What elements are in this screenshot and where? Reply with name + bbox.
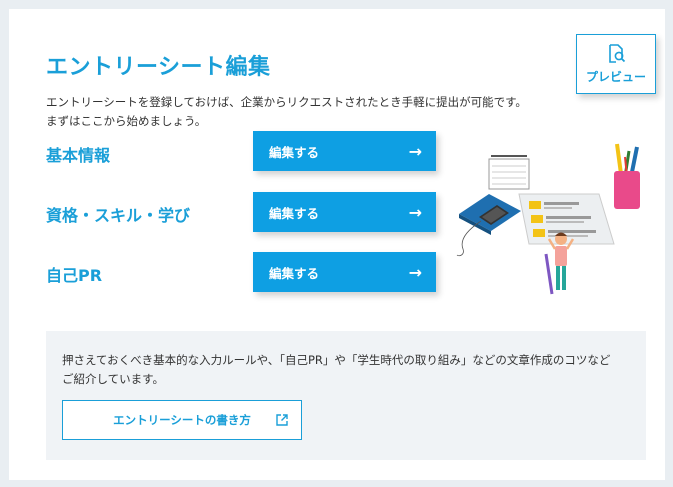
edit-basic-info-button[interactable]: 編集する →	[253, 131, 436, 171]
edit-button-label: 編集する	[269, 144, 320, 160]
entry-sheet-card: エントリーシート編集 エントリーシートを登録しておけば、企業からリクエストされた…	[9, 9, 665, 480]
edit-self-pr-button[interactable]: 編集する →	[253, 252, 436, 292]
section-label-self-pr: 自己PR	[46, 266, 103, 285]
document-search-icon	[609, 44, 626, 63]
description-line-1: エントリーシートを登録しておけば、企業からリクエストされたとき手軽に提出が可能で…	[46, 95, 527, 109]
preview-button[interactable]: プレビュー	[576, 34, 656, 94]
edit-qualifications-button[interactable]: 編集する →	[253, 192, 436, 232]
resume-sheet-icon	[518, 193, 615, 245]
description-line-2: まずはここから始めましょう。	[46, 114, 207, 128]
entry-sheet-illustration	[456, 143, 640, 295]
calendar-icon	[488, 155, 530, 190]
edit-button-label: 編集する	[269, 265, 320, 281]
page-description: エントリーシートを登録しておけば、企業からリクエストされたとき手軽に提出が可能で…	[46, 93, 546, 131]
writing-guide-line-1: 押さえておくべき基本的な入力ルールや、「自己PR」や「学生時代の取り組み」などの…	[62, 353, 611, 367]
writing-guide-link-button[interactable]: エントリーシートの書き方	[62, 400, 302, 440]
pen-cup-icon	[614, 143, 640, 209]
writing-guide-line-2: ご紹介しています。	[62, 372, 165, 386]
preview-label: プレビュー	[585, 70, 646, 84]
writing-guide-panel: 押さえておくべき基本的な入力ルールや、「自己PR」や「学生時代の取り組み」などの…	[46, 331, 646, 460]
external-link-icon	[276, 414, 288, 426]
section-label-qualifications: 資格・スキル・学び	[46, 206, 191, 225]
arrow-right-icon: →	[408, 202, 422, 222]
writing-guide-text: 押さえておくべき基本的な入力ルールや、「自己PR」や「学生時代の取り組み」などの…	[62, 351, 632, 389]
page-title: エントリーシート編集	[46, 55, 271, 80]
arrow-right-icon: →	[408, 141, 422, 161]
edit-button-label: 編集する	[269, 205, 320, 221]
section-label-basic-info: 基本情報	[46, 146, 111, 165]
writing-guide-link-label: エントリーシートの書き方	[113, 413, 251, 427]
arrow-right-icon: →	[408, 262, 422, 282]
